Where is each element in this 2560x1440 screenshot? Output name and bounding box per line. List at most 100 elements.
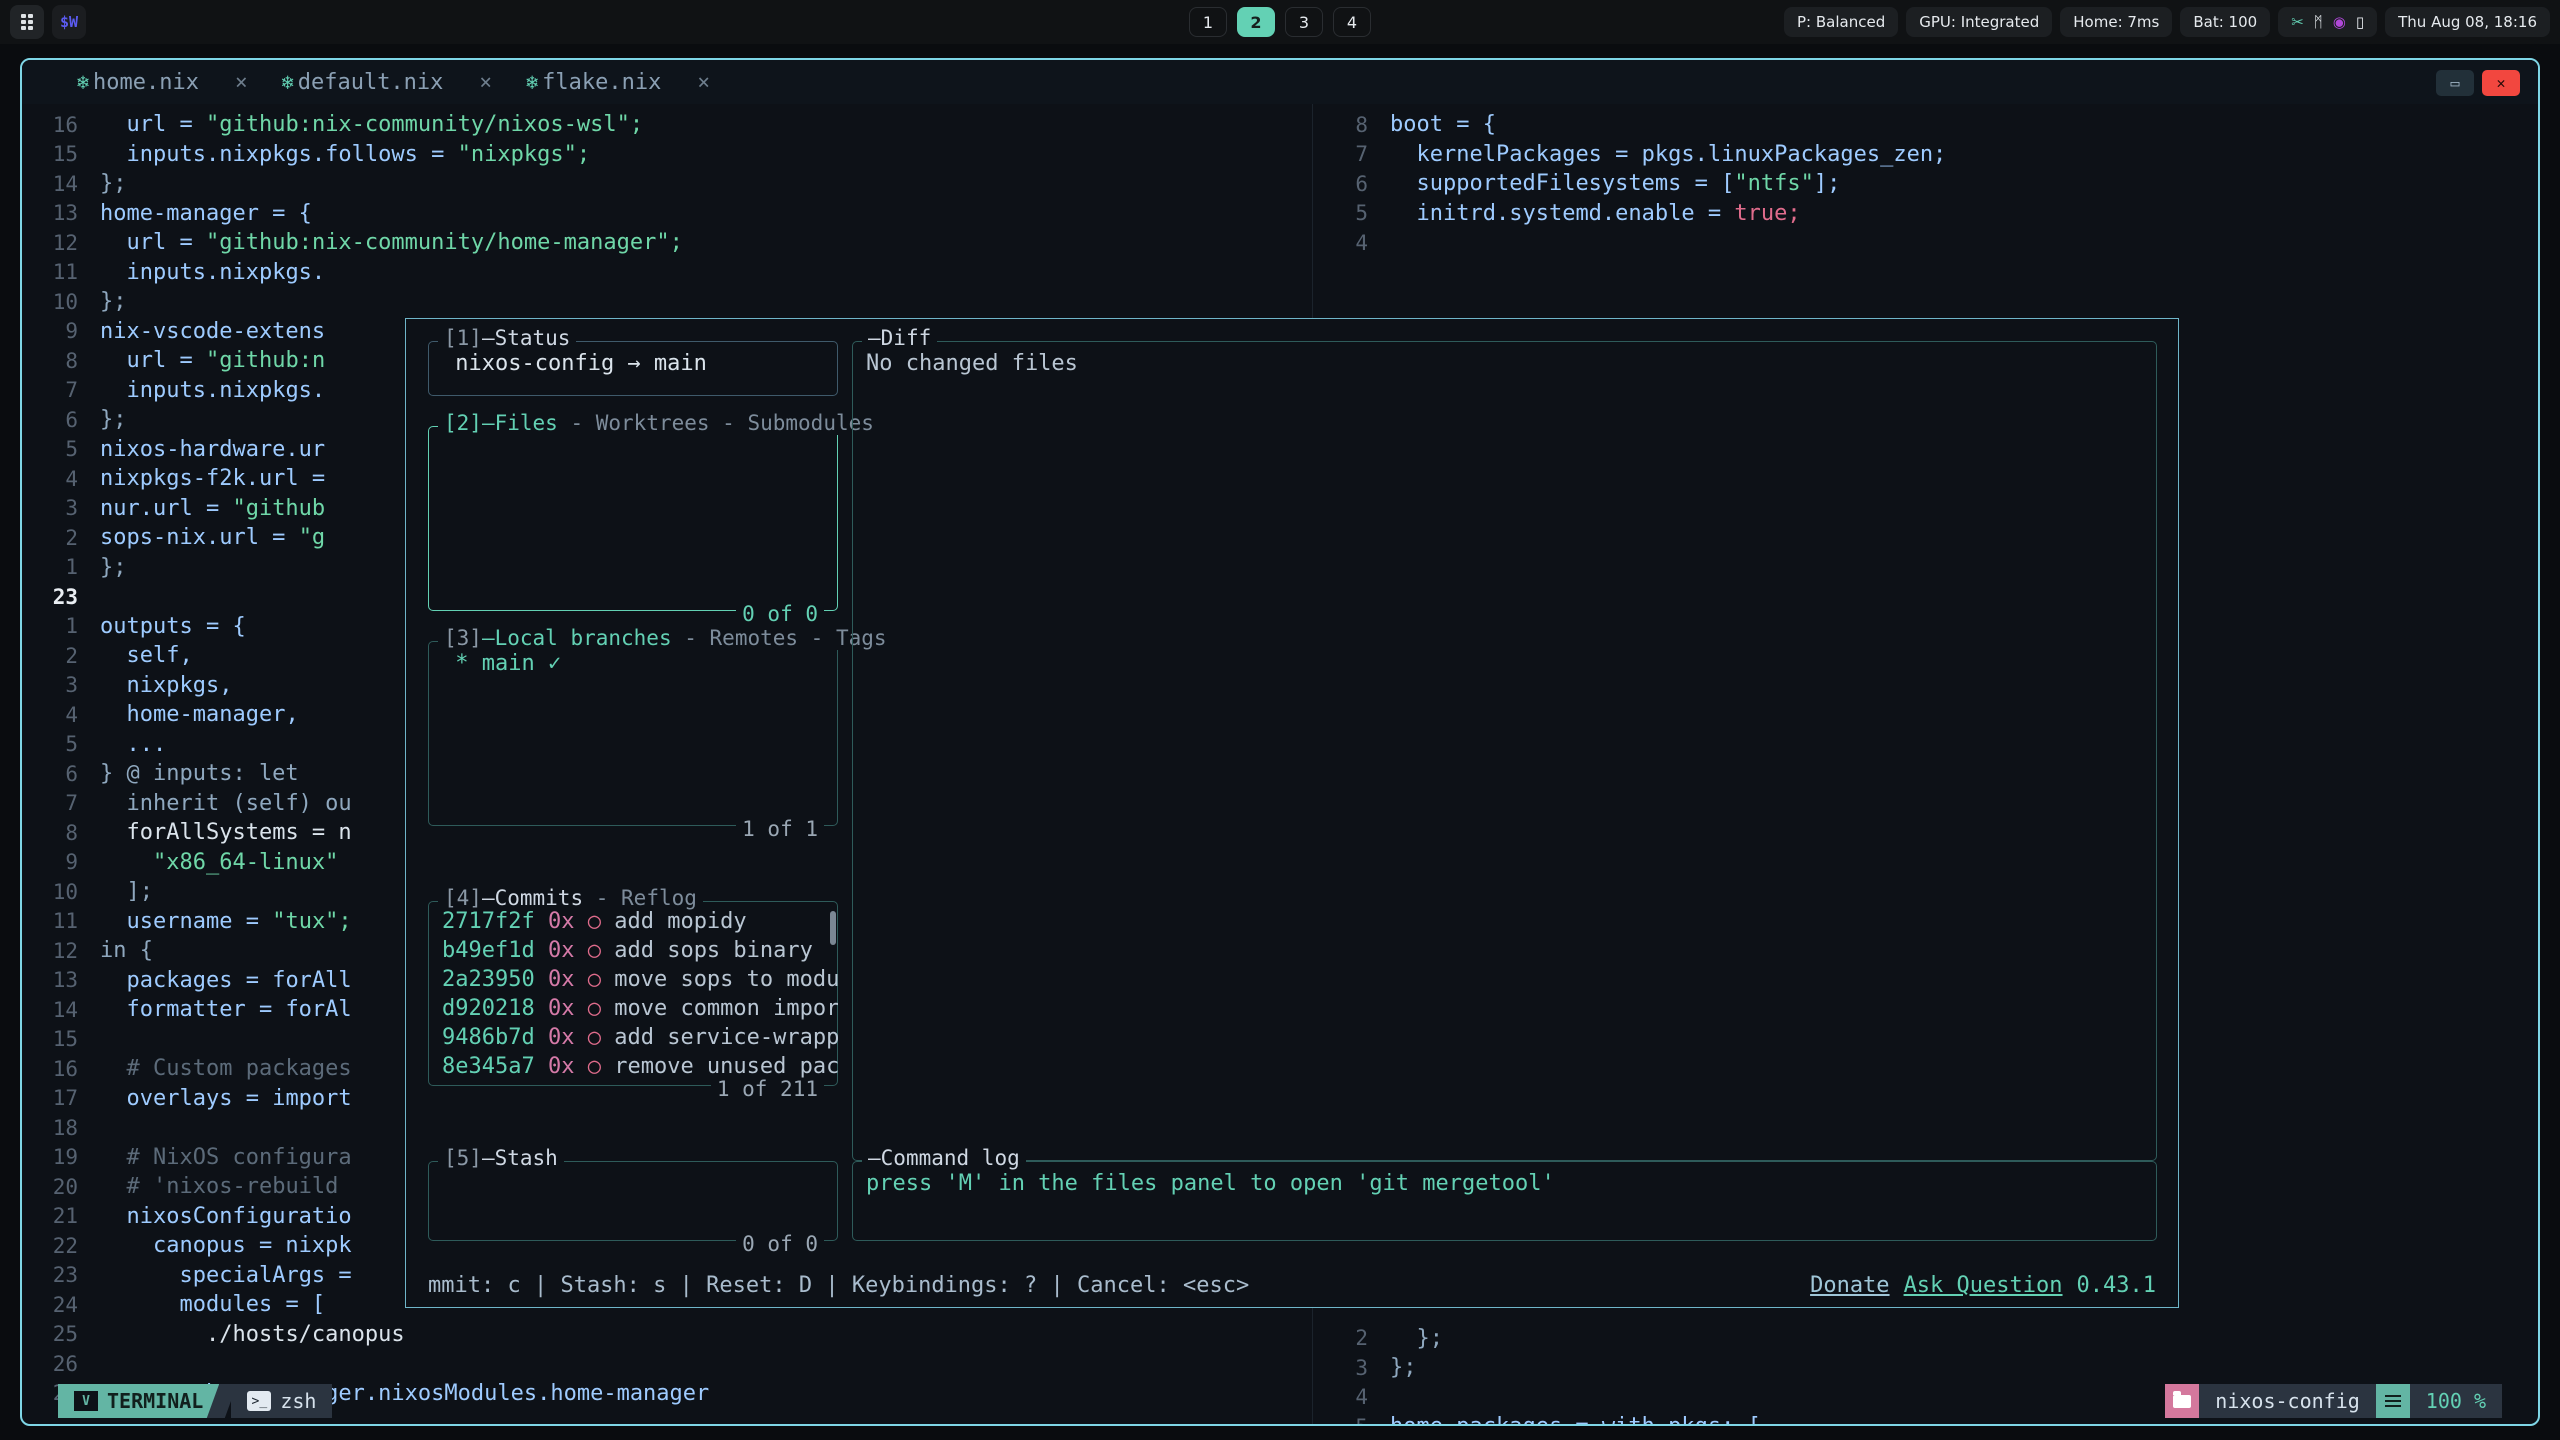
line-number: 4 [22,703,100,727]
code-line: 25 ./hosts/canopus [22,1320,1312,1350]
power-profile-pill[interactable]: P: Balanced [1784,7,1898,37]
lazygit-stash-panel[interactable]: [5]—Stash 0 of 0 [428,1161,838,1241]
lazygit-status-bar: mmit: c | Stash: s | Reset: D | Keybindi… [406,1263,2178,1307]
code-line: 12 url = "github:nix-community/home-mana… [22,228,1312,258]
line-number: 1 [22,555,100,579]
code-text: home-manager, [100,702,299,727]
commit-graph-dot-icon: ○ [588,909,615,934]
line-number: 11 [22,909,100,933]
lazygit-overlay[interactable]: [1]—Status nixos-config → main [2]—Files… [405,318,2179,1308]
code-text: username = "tux"; [100,909,352,934]
commit-message: move common imports [614,996,838,1021]
workspace-button-4[interactable]: 4 [1333,7,1371,37]
line-number: 9 [22,319,100,343]
commit-row[interactable]: 2a23950 0x ○ move sops to modules [442,965,824,994]
workspace-icon[interactable]: $W [52,5,86,39]
code-text: self, [100,643,193,668]
lazygit-status-panel[interactable]: [1]—Status nixos-config → main [428,341,838,396]
bluetooth-icon[interactable]: ᛗ [2314,15,2323,30]
line-number: 10 [22,880,100,904]
code-line: 5 initrd.systemd.enable = true; [1312,199,2538,229]
tab-close-icon[interactable]: × [697,70,710,94]
code-line: 26 [22,1349,1312,1379]
system-tray: ✂ ᛗ ◉ ▯ [2278,7,2377,37]
workspace-button-3[interactable]: 3 [1285,7,1323,37]
ask-question-link[interactable]: Ask Question [1904,1273,2063,1298]
code-text: url = "github:n [100,348,325,373]
code-text: initrd.systemd.enable = true; [1390,201,1801,226]
commit-row[interactable]: b49ef1d 0x ○ add sops binary [442,936,824,965]
tab-home-nix[interactable]: ❄ home.nix × [77,60,282,104]
code-text: ./hosts/canopus [100,1322,405,1347]
line-number: 15 [22,142,100,166]
code-text: outputs = { [100,614,246,639]
right-pane-top-block: 8boot = {7 kernelPackages = pkgs.linuxPa… [1312,104,2538,258]
commit-message: add sops binary [614,938,813,963]
gpu-mode-pill[interactable]: GPU: Integrated [1906,7,2052,37]
line-number: 27 [22,1381,100,1405]
commit-hash: 2717f2f [442,909,548,934]
code-text: home.packages = with pkgs; [ [1390,1414,1761,1424]
line-number: 8 [22,349,100,373]
line-number: 5 [22,437,100,461]
line-number: 6 [1312,172,1390,196]
code-text: # NixOS configura [100,1145,352,1170]
commit-row[interactable]: d920218 0x ○ move common imports [442,994,824,1023]
code-text: sops-nix.url = "g [100,525,325,550]
topbar-status-area: P: Balanced GPU: Integrated Home: 7ms Ba… [1784,7,2550,37]
right-pane-bottom-block: 2 };3};45home.packages = with pkgs; [ [1312,1324,2538,1425]
lazygit-diff-panel[interactable]: —Diff No changed files [852,341,2157,1161]
app-grid-icon[interactable] [10,5,44,39]
code-line: 16 url = "github:nix-community/nixos-wsl… [22,110,1312,140]
commit-row[interactable]: 8e345a7 0x ○ remove unused packages [442,1052,824,1081]
workspace-button-2[interactable]: 2 [1237,7,1275,37]
code-text: canopus = nixpk [100,1233,352,1258]
line-number: 20 [22,1175,100,1199]
commit-message: add mopidy [614,909,746,934]
line-number: 2 [22,526,100,550]
code-text: in { [100,938,153,963]
line-number: 21 [22,1204,100,1228]
code-text: overlays = import [100,1086,352,1111]
repo-branch-line: nixos-config → main [442,349,824,378]
phone-icon[interactable]: ▯ [2356,15,2364,30]
close-button[interactable]: ✕ [2482,70,2520,96]
commit-row[interactable]: 9486b7d 0x ○ add service-wrapper [442,1023,824,1052]
tab-flake-nix[interactable]: ❄ flake.nix × [526,60,744,104]
lazygit-command-log-panel[interactable]: —Command log press 'M' in the files pane… [852,1161,2157,1241]
code-text: url = "github:nix-community/nixos-wsl"; [100,112,643,137]
commit-message: move sops to modules [614,967,838,992]
lazygit-files-panel[interactable]: [2]—Files - Worktrees - Submodules 0 of … [428,426,838,611]
tab-label: default.nix [298,70,444,95]
lazygit-commits-panel[interactable]: [4]—Commits - Reflog 1 of 211 2717f2f 0x… [428,901,838,1086]
code-text: kernelPackages = pkgs.linuxPackages_zen; [1390,142,1946,167]
firefox-icon[interactable]: ◉ [2333,15,2346,30]
editor-window: ❄ home.nix × ❄ default.nix × ❄ flake.nix… [20,58,2540,1426]
donate-link[interactable]: Donate [1810,1273,1889,1298]
scissors-icon[interactable]: ✂ [2291,15,2304,30]
panel-body [428,1161,838,1241]
home-latency-pill[interactable]: Home: 7ms [2060,7,2172,37]
workspace-switcher: 1 2 3 4 [1189,7,1371,37]
code-text: boot = { [1390,112,1496,137]
commits-scrollbar[interactable] [830,911,836,945]
command-log-line: press 'M' in the files panel to open 'gi… [866,1169,2143,1198]
battery-pill[interactable]: Bat: 100 [2180,7,2270,37]
tab-close-icon[interactable]: × [235,70,248,94]
tab-default-nix[interactable]: ❄ default.nix × [282,60,526,104]
line-number: 6 [22,762,100,786]
minimize-button[interactable]: ▭ [2436,70,2474,96]
workspace-button-1[interactable]: 1 [1189,7,1227,37]
code-text: home-manager = { [100,201,312,226]
branch-row[interactable]: * main ✓ [442,649,824,678]
code-line: 13home-manager = { [22,199,1312,229]
commit-row[interactable]: 2717f2f 0x ○ add mopidy [442,907,824,936]
code-text: inputs.nixpkgs. [100,378,325,403]
code-text: }; [100,555,127,580]
tab-close-icon[interactable]: × [479,70,492,94]
code-text: inputs.nixpkgs.follows = "nixpkgs"; [100,142,590,167]
clock[interactable]: Thu Aug 08, 18:16 [2385,7,2550,37]
lazygit-branches-panel[interactable]: [3]—Local branches - Remotes - Tags 1 of… [428,641,838,826]
code-text: forAllSystems = n [100,820,352,845]
code-text: nixpkgs, [100,673,232,698]
